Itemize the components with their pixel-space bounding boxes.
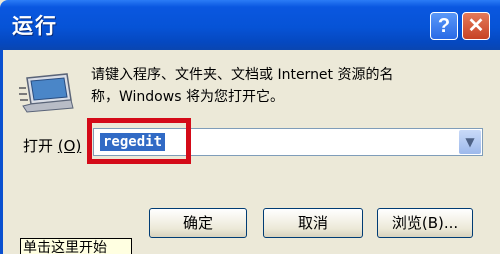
window-title: 运行 <box>12 14 58 38</box>
open-label-hotkey: (O) <box>57 137 82 155</box>
run-dialog-icon <box>19 73 74 113</box>
chevron-down-icon: ▼ <box>465 135 475 149</box>
dialog-description: 请键入程序、文件夹、文档或 Internet 资源的名 称，Windows 将为… <box>91 64 491 108</box>
start-tooltip: 单击这里开始 <box>20 238 132 254</box>
combo-dropdown-button[interactable]: ▼ <box>459 130 481 154</box>
ok-button[interactable]: 确定 <box>149 208 247 238</box>
annotation-highlight-box <box>87 118 191 164</box>
help-button[interactable]: ? <box>430 12 458 40</box>
title-bar[interactable]: 运行 ? ✕ <box>0 0 500 50</box>
close-icon: ✕ <box>467 15 485 37</box>
help-icon: ? <box>437 15 451 37</box>
cancel-button[interactable]: 取消 <box>263 208 363 238</box>
open-label-text: 打开 <box>23 137 54 155</box>
description-line-1: 请键入程序、文件夹、文档或 Internet 资源的名 <box>91 67 394 83</box>
run-dialog-window: 运行 ? ✕ 请键入程序、文件夹、文档或 Internet 资源的名 称，Win… <box>0 0 500 254</box>
description-line-2: 称，Windows 将为您打开它。 <box>91 89 284 105</box>
browse-button[interactable]: 浏览(B)... <box>377 208 473 238</box>
open-label: 打开 (O) <box>23 135 81 156</box>
close-button[interactable]: ✕ <box>462 12 490 40</box>
dialog-body: 请键入程序、文件夹、文档或 Internet 资源的名 称，Windows 将为… <box>0 50 500 254</box>
